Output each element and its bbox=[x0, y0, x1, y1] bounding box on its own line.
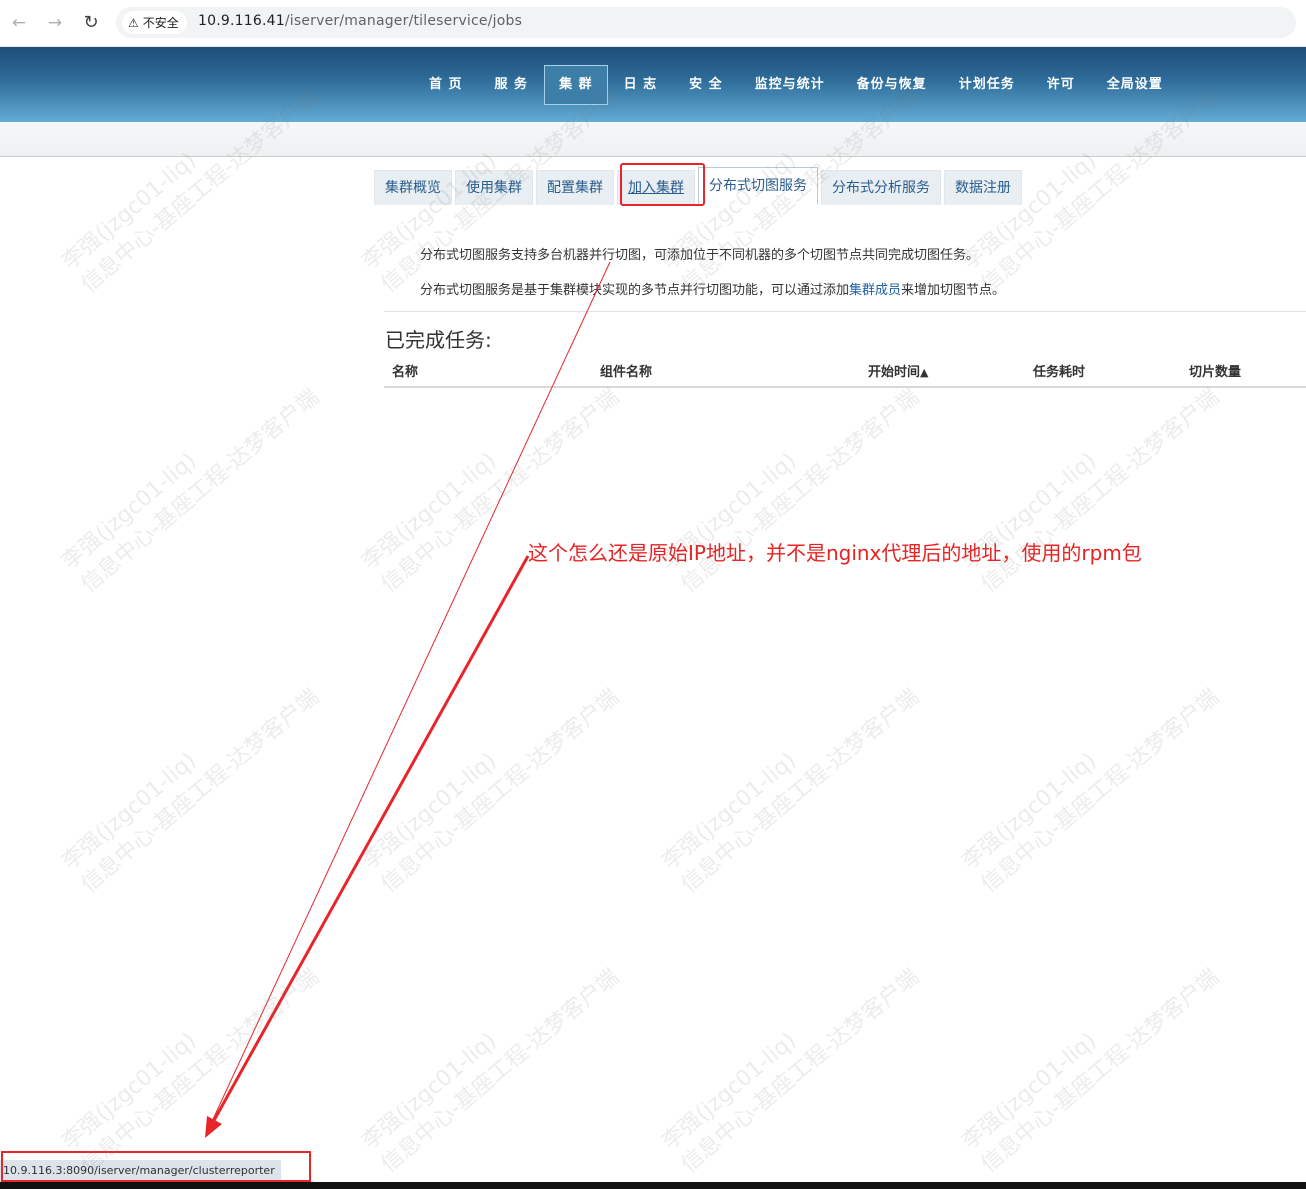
nav-monitoring[interactable]: 监控与统计 bbox=[739, 66, 841, 104]
nav-scheduled-tasks[interactable]: 计划任务 bbox=[943, 66, 1031, 104]
watermark: 李强(jzgc01-liq) 信息中心-基座工程-达梦客户端 bbox=[56, 940, 326, 1180]
watermark-line-2: 信息中心-基座工程-达梦客户端 bbox=[76, 684, 324, 898]
forward-icon[interactable]: → bbox=[44, 12, 66, 34]
watermark-line-1: 李强(jzgc01-liq) bbox=[957, 748, 1102, 875]
content-divider bbox=[384, 311, 1306, 312]
column-start-time[interactable]: 开始时间▲ bbox=[868, 361, 928, 380]
security-label: 不安全 bbox=[142, 16, 179, 30]
column-tile-count[interactable]: 切片数量 bbox=[1189, 361, 1241, 380]
watermark-line-2: 信息中心-基座工程-达梦客户端 bbox=[76, 384, 324, 598]
app-header: 首 页 服 务 集 群 日 志 安 全 监控与统计 备份与恢复 计划任务 许可 … bbox=[0, 47, 1306, 122]
watermark-line-2: 信息中心-基座工程-达梦客户端 bbox=[976, 684, 1224, 898]
watermark-line-1: 李强(jzgc01-liq) bbox=[57, 1028, 202, 1155]
watermark-line-2: 信息中心-基座工程-达梦客户端 bbox=[376, 964, 624, 1178]
tab-use-cluster[interactable]: 使用集群 bbox=[455, 170, 533, 205]
watermark-line-1: 李强(jzgc01-liq) bbox=[657, 748, 802, 875]
address-bar[interactable]: ⚠ 不安全 10.9.116.41/iserver/manager/tilese… bbox=[116, 7, 1296, 38]
bold-arrow-line bbox=[210, 555, 530, 1125]
tab-distributed-analysis[interactable]: 分布式分析服务 bbox=[821, 170, 941, 205]
watermark-line-1: 李强(jzgc01-liq) bbox=[357, 1028, 502, 1155]
column-duration[interactable]: 任务耗时 bbox=[1033, 361, 1085, 380]
column-start-time-label: 开始时间 bbox=[868, 365, 921, 380]
description-prefix: 分布式切图服务是基于集群模块实现的多节点并行切图功能，可以通过添加 bbox=[420, 283, 850, 298]
nav-logs[interactable]: 日 志 bbox=[608, 66, 674, 104]
watermark-line-1: 李强(jzgc01-liq) bbox=[957, 1028, 1102, 1155]
watermark: 李强(jzgc01-liq) 信息中心-基座工程-达梦客户端 bbox=[656, 660, 926, 900]
nav-services[interactable]: 服 务 bbox=[479, 66, 545, 104]
main-nav: 首 页 服 务 集 群 日 志 安 全 监控与统计 备份与恢复 计划任务 许可 … bbox=[413, 47, 1179, 122]
back-icon[interactable]: ← bbox=[8, 12, 30, 34]
nav-security[interactable]: 安 全 bbox=[673, 66, 739, 104]
watermark-line-2: 信息中心-基座工程-达梦客户端 bbox=[976, 964, 1224, 1178]
watermark: 李强(jzgc01-liq) 信息中心-基座工程-达梦客户端 bbox=[956, 660, 1226, 900]
caret-up-icon: ▲ bbox=[920, 366, 929, 379]
watermark-line-1: 李强(jzgc01-liq) bbox=[57, 448, 202, 575]
watermark-line-1: 李强(jzgc01-liq) bbox=[57, 148, 202, 275]
watermark-line-2: 信息中心-基座工程-达梦客户端 bbox=[676, 964, 924, 1178]
url-text[interactable]: 10.9.116.41/iserver/manager/tileservice/… bbox=[198, 13, 522, 29]
column-name[interactable]: 名称 bbox=[392, 361, 418, 380]
watermark-line-1: 李强(jzgc01-liq) bbox=[357, 748, 502, 875]
watermark-line-1: 李强(jzgc01-liq) bbox=[657, 1028, 802, 1155]
header-underband bbox=[0, 122, 1306, 157]
watermark-line-2: 信息中心-基座工程-达梦客户端 bbox=[676, 684, 924, 898]
nav-license[interactable]: 许可 bbox=[1031, 66, 1091, 104]
nav-backup[interactable]: 备份与恢复 bbox=[841, 66, 943, 104]
browser-toolbar: ← → ↻ ⚠ 不安全 10.9.116.41/iserver/manager/… bbox=[0, 0, 1306, 47]
taskbar-strip bbox=[0, 1182, 1306, 1189]
watermark-line-2: 信息中心-基座工程-达梦客户端 bbox=[76, 964, 324, 1178]
section-title: 已完成任务: bbox=[385, 328, 492, 352]
description-line-1: 分布式切图服务支持多台机器并行切图，可添加位于不同机器的多个切图节点共同完成切图… bbox=[420, 248, 980, 263]
watermark-line-2: 信息中心-基座工程-达梦客户端 bbox=[376, 684, 624, 898]
watermark: 李强(jzgc01-liq) 信息中心-基座工程-达梦客户端 bbox=[656, 940, 926, 1180]
tab-data-registration[interactable]: 数据注册 bbox=[944, 170, 1022, 205]
arrow-head bbox=[205, 1116, 222, 1138]
url-host: 10.9.116.41 bbox=[198, 13, 285, 29]
description-suffix: 来增加切图节点。 bbox=[901, 283, 1006, 298]
watermark-line-1: 李强(jzgc01-liq) bbox=[357, 448, 502, 575]
cluster-members-link[interactable]: 集群成员 bbox=[849, 283, 901, 298]
table-header: 名称 组件名称 开始时间▲ 任务耗时 切片数量 bbox=[384, 358, 1306, 388]
nav-global-settings[interactable]: 全局设置 bbox=[1091, 66, 1179, 104]
tab-distributed-tiling[interactable]: 分布式切图服务 bbox=[698, 167, 818, 205]
tab-configure-cluster[interactable]: 配置集群 bbox=[536, 170, 614, 205]
thin-arrow-line bbox=[207, 261, 611, 1131]
watermark: 李强(jzgc01-liq) 信息中心-基座工程-达梦客户端 bbox=[56, 660, 326, 900]
annotation-text: 这个怎么还是原始IP地址，并不是nginx代理后的地址，使用的rpm包 bbox=[528, 541, 1142, 565]
nav-cluster[interactable]: 集 群 bbox=[544, 64, 608, 105]
watermark: 李强(jzgc01-liq) 信息中心-基座工程-达梦客户端 bbox=[56, 360, 326, 600]
url-path: /iserver/manager/tileservice/jobs bbox=[284, 13, 523, 29]
description-line-2: 分布式切图服务是基于集群模块实现的多节点并行切图功能，可以通过添加集群成员来增加… bbox=[420, 279, 1005, 298]
tab-highlight-box bbox=[620, 163, 705, 206]
security-chip[interactable]: ⚠ 不安全 bbox=[122, 11, 187, 34]
status-highlight-box bbox=[1, 1151, 311, 1182]
tab-cluster-overview[interactable]: 集群概览 bbox=[374, 170, 452, 205]
warning-icon: ⚠ bbox=[128, 15, 139, 30]
watermark: 李强(jzgc01-liq) 信息中心-基座工程-达梦客户端 bbox=[356, 660, 626, 900]
watermark: 李强(jzgc01-liq) 信息中心-基座工程-达梦客户端 bbox=[956, 940, 1226, 1180]
column-component-name[interactable]: 组件名称 bbox=[600, 361, 652, 380]
watermark-line-1: 李强(jzgc01-liq) bbox=[57, 748, 202, 875]
nav-home[interactable]: 首 页 bbox=[413, 66, 479, 104]
reload-icon[interactable]: ↻ bbox=[80, 12, 102, 34]
watermark: 李强(jzgc01-liq) 信息中心-基座工程-达梦客户端 bbox=[356, 940, 626, 1180]
